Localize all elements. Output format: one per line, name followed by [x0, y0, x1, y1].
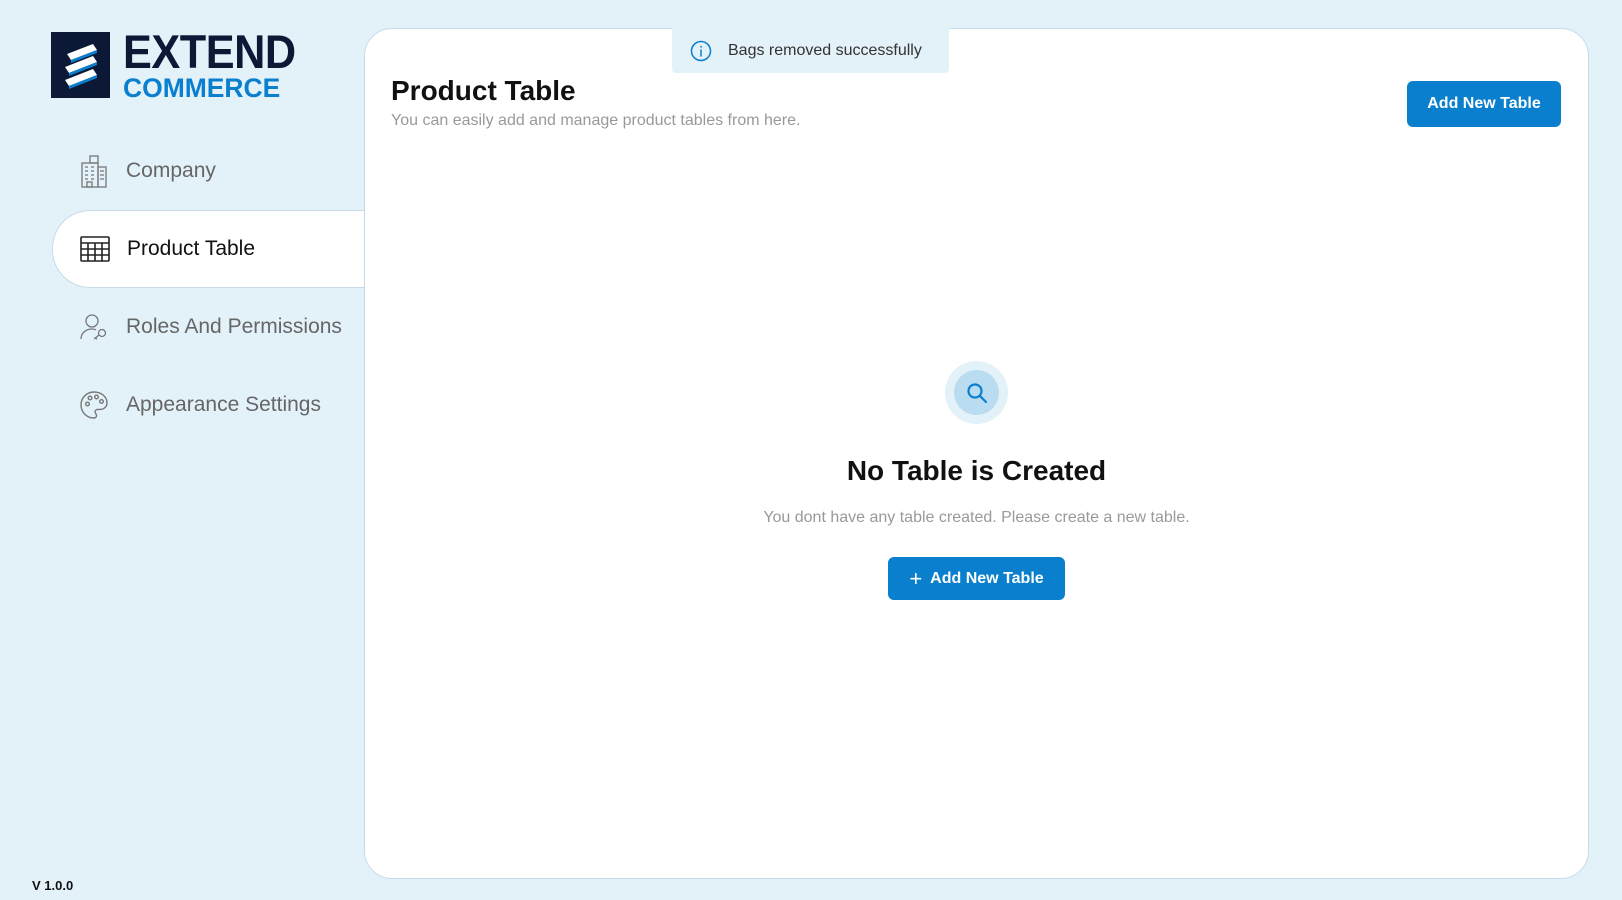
sidebar-item-label: Appearance Settings [126, 393, 321, 416]
add-new-table-button[interactable]: Add New Table [1407, 81, 1561, 127]
brand-wordmark: EXTEND COMMERCE [123, 28, 311, 102]
sidebar-item-company[interactable]: Company [52, 132, 365, 210]
user-key-icon [78, 309, 110, 345]
sidebar-item-product-table[interactable]: Product Table [52, 210, 366, 288]
app-version: V 1.0.0 [32, 878, 74, 893]
empty-state-add-new-table-button[interactable]: + Add New Table [888, 557, 1065, 600]
sidebar-item-appearance-settings[interactable]: Appearance Settings [52, 366, 365, 444]
brand-name-line1: EXTEND [123, 25, 296, 78]
sidebar-item-roles-and-permissions[interactable]: Roles And Permissions [52, 288, 365, 366]
sidebar-item-label: Company [126, 159, 216, 182]
empty-state-title: No Table is Created [846, 455, 1107, 486]
info-icon [690, 40, 712, 61]
empty-state-icon-badge [945, 361, 1008, 424]
page-subtitle: You can easily add and manage product ta… [391, 112, 801, 129]
main-panel: Product Table You can easily add and man… [364, 28, 1589, 879]
sidebar-item-label: Roles And Permissions [126, 315, 342, 338]
toast-message: Bags removed successfully [728, 41, 922, 59]
search-icon [954, 370, 999, 415]
sidebar-nav: Company Product Table Roles And Permissi… [52, 132, 366, 444]
toast-notification: Bags removed successfully [672, 28, 949, 73]
empty-state-button-label: Add New Table [930, 569, 1044, 587]
palette-icon [78, 387, 110, 423]
empty-state: No Table is Created You dont have any ta… [365, 361, 1588, 600]
empty-state-text: You dont have any table created. Please … [763, 509, 1190, 526]
building-icon [78, 153, 110, 189]
stacked-stripes-icon [51, 32, 110, 98]
plus-icon: + [909, 565, 923, 591]
table-grid-icon [79, 231, 111, 267]
brand-name-line2: COMMERCE [123, 73, 281, 103]
page-title: Product Table [391, 75, 576, 106]
sidebar-item-label: Product Table [127, 237, 256, 260]
brand-logo[interactable]: EXTEND COMMERCE [51, 28, 311, 102]
